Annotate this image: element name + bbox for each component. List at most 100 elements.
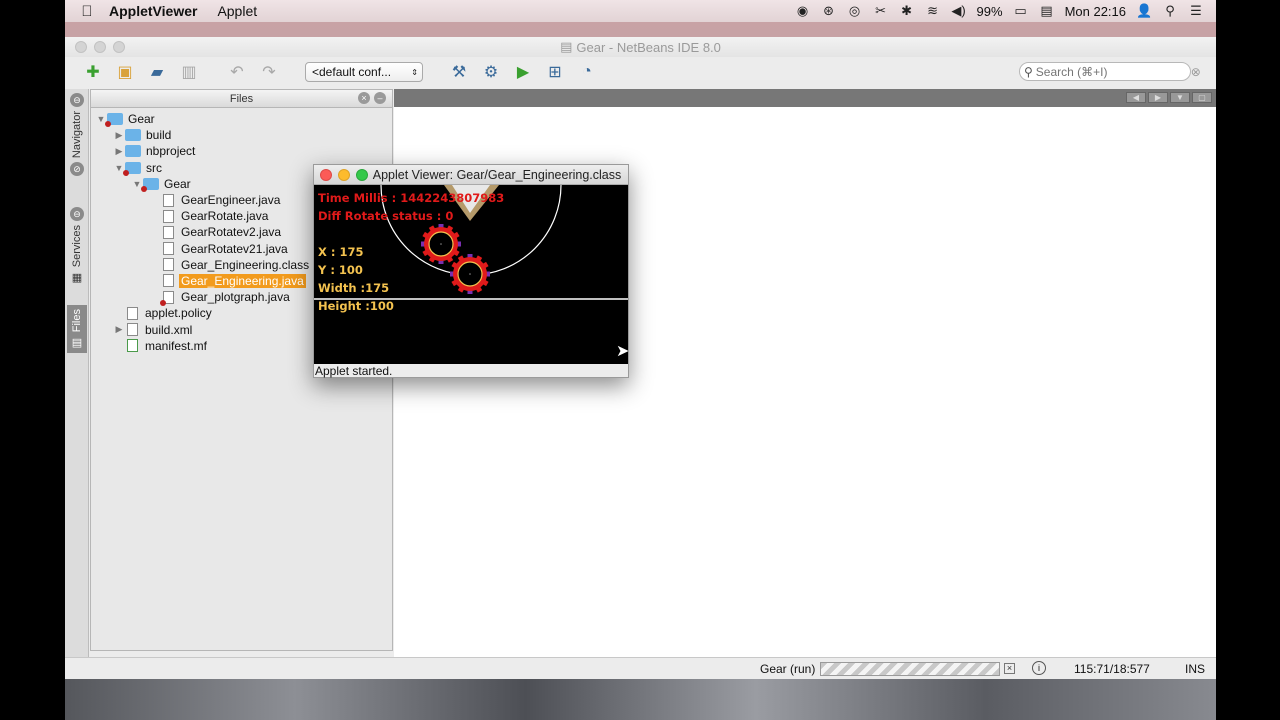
spotlight-icon[interactable]: ⚲ <box>1162 3 1178 19</box>
applet-status: Applet started. <box>315 364 393 378</box>
flag-icon[interactable]: ▤ <box>1039 3 1055 19</box>
search-input[interactable] <box>1035 64 1191 79</box>
file-icon <box>163 193 174 207</box>
file-icon <box>163 225 174 239</box>
insert-mode: INS <box>1185 662 1206 676</box>
ring-icon[interactable]: ◎ <box>847 3 863 19</box>
tree-item[interactable]: ▶ build <box>91 127 392 143</box>
clean-build-icon[interactable]: ⚙ <box>479 61 503 83</box>
files-panel-header: Files × – <box>91 90 392 108</box>
folder-icon <box>123 161 141 176</box>
wifi-icon[interactable]: ≋ <box>925 3 941 19</box>
tree-item[interactable]: ▼ Gear <box>91 111 392 128</box>
search-box[interactable]: ⚲ ⊗ <box>1019 62 1201 81</box>
applet-minimize-button[interactable] <box>338 169 350 181</box>
file-icon <box>127 323 138 337</box>
tree-item-label: GearRotate.java <box>181 209 269 224</box>
notification-center-icon[interactable]: ☰ <box>1188 3 1204 19</box>
search-icon: ⚲ <box>1024 64 1033 79</box>
tab-services[interactable]: ⊖ Services ▦ <box>67 207 87 284</box>
minimize-button[interactable] <box>94 41 106 53</box>
collapsed-arrow-icon[interactable]: ▶ <box>113 146 125 157</box>
profile-icon[interactable]: ◔ <box>575 61 599 83</box>
y-label: Y : 100 <box>318 263 363 277</box>
gear-lower <box>450 254 490 294</box>
time-millis-label: Time Millis : 1442243807983 <box>318 191 505 205</box>
status-bar: Gear (run) × i 115:71/18:577 INS <box>65 657 1216 679</box>
mouse-cursor-icon: ➤ <box>616 343 628 360</box>
new-project-icon[interactable]: ▣ <box>113 61 137 83</box>
tree-item-label: build.xml <box>145 322 193 337</box>
ide-title-document-icon: ▤ <box>560 39 573 54</box>
open-project-icon[interactable]: ▰ <box>145 61 169 83</box>
apple-menu-icon[interactable]:  <box>65 3 109 20</box>
folder-icon <box>125 129 141 142</box>
task-progress-bar <box>820 662 1000 676</box>
file-icon <box>163 209 174 223</box>
collapsed-arrow-icon[interactable]: ▶ <box>113 130 125 141</box>
folder-icon <box>105 113 123 128</box>
redo-icon[interactable]: ↷ <box>257 61 281 83</box>
build-hammer-icon[interactable]: ⚒ <box>447 61 471 83</box>
tree-item-label: manifest.mf <box>145 338 208 353</box>
window-controls <box>75 41 125 53</box>
file-icon <box>127 306 138 320</box>
tree-item-label: Gear <box>128 112 155 127</box>
tree-item-label: nbproject <box>146 144 196 159</box>
applet-title: Applet Viewer: Gear/Gear_Engineering.cla… <box>372 167 622 182</box>
clear-search-icon[interactable]: ⊗ <box>1191 65 1201 79</box>
caret-position: 115:71/18:577 <box>1074 662 1150 676</box>
close-panel-icon[interactable]: × <box>358 92 370 104</box>
tool-icon[interactable]: ✂ <box>873 3 889 19</box>
scroll-tabs-left-icon[interactable]: ◀ <box>1126 92 1146 103</box>
notifications-icon[interactable]: i <box>1032 661 1046 675</box>
tree-item-label: Gear <box>164 176 191 191</box>
files-icon: ▤ <box>71 337 83 350</box>
bluetooth-icon[interactable]: ✱ <box>899 3 915 19</box>
new-file-icon[interactable]: ✚ <box>81 61 105 83</box>
gear-center <box>440 243 442 245</box>
applet-zoom-button[interactable] <box>356 169 368 181</box>
diff-rotate-label: Diff Rotate status : 0 <box>318 209 454 223</box>
show-opened-documents-icon[interactable]: ▼ <box>1170 92 1190 103</box>
editor-tab-bar: ◀ ▶ ▼ ▢ <box>394 89 1216 107</box>
menu-applet[interactable]: Applet <box>217 3 257 19</box>
tab-files[interactable]: Files ▤ <box>67 305 87 354</box>
file-icon <box>163 274 174 288</box>
run-icon[interactable]: ▶ <box>511 61 535 83</box>
applet-close-button[interactable] <box>320 169 332 181</box>
file-icon <box>163 258 174 272</box>
scroll-tabs-right-icon[interactable]: ▶ <box>1148 92 1168 103</box>
desktop-wallpaper <box>65 679 1216 720</box>
minimize-panel-icon[interactable]: – <box>374 92 386 104</box>
sync-icon[interactable]: ⊛ <box>821 3 837 19</box>
debug-icon[interactable]: ⊞ <box>543 61 567 83</box>
collapsed-arrow-icon[interactable]: ▶ <box>113 324 125 335</box>
battery-icon[interactable]: ▭ <box>1013 3 1029 19</box>
services-icon: ▦ <box>71 272 83 285</box>
minimize-group-icon[interactable]: ⊖ <box>70 93 84 107</box>
width-label: Width :175 <box>318 281 390 295</box>
record-icon[interactable]: ◉ <box>795 3 811 19</box>
clock[interactable]: Mon 22:16 <box>1065 4 1126 19</box>
tab-navigator[interactable]: ⊖ Navigator ⊘ <box>67 93 87 177</box>
desktop-screen:  AppletViewer Applet ◉ ⊛ ◎ ✂ ✱ ≋ ◀) 99%… <box>65 0 1216 720</box>
configuration-select[interactable]: <default conf... ⇕ <box>305 62 423 82</box>
save-all-icon[interactable]: ▥ <box>177 61 201 83</box>
applet-title-bar[interactable]: Applet Viewer: Gear/Gear_Engineering.cla… <box>314 165 628 185</box>
tree-item[interactable]: ▶ nbproject <box>91 143 392 159</box>
zoom-button[interactable] <box>113 41 125 53</box>
volume-icon[interactable]: ◀) <box>951 3 967 19</box>
app-menu[interactable]: AppletViewer <box>109 3 197 19</box>
undo-icon[interactable]: ↶ <box>225 61 249 83</box>
cancel-task-icon[interactable]: × <box>1004 663 1015 674</box>
tree-item-label: Gear_plotgraph.java <box>181 290 290 305</box>
ide-title-bar: ▤ Gear - NetBeans IDE 8.0 <box>65 37 1216 57</box>
minimize-group-icon[interactable]: ⊖ <box>70 207 84 221</box>
applet-canvas[interactable]: Time Millis : 1442243807983 Diff Rotate … <box>314 185 628 364</box>
running-task-label[interactable]: Gear (run) <box>760 662 815 676</box>
close-button[interactable] <box>75 41 87 53</box>
maximize-window-icon[interactable]: ▢ <box>1192 92 1212 103</box>
user-icon[interactable]: 👤 <box>1136 3 1152 19</box>
battery-percent[interactable]: 99% <box>977 4 1003 19</box>
